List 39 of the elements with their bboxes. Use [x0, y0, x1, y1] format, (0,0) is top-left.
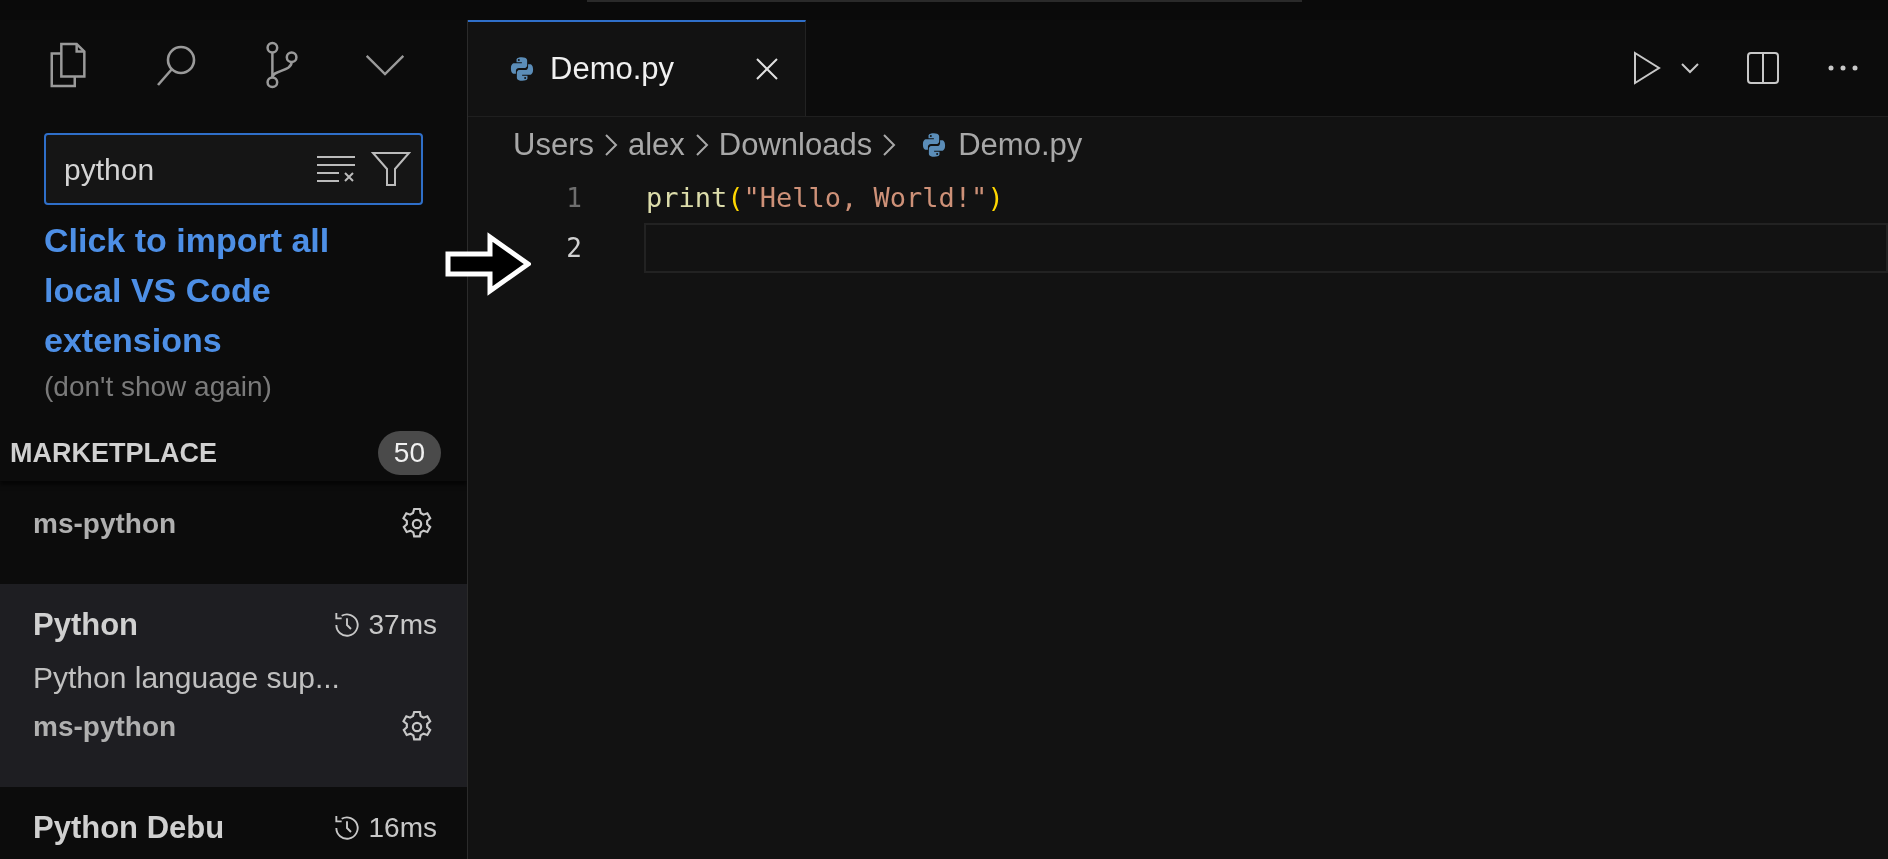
breadcrumb-item[interactable]: Users [513, 121, 594, 169]
search-field[interactable]: python [44, 133, 423, 205]
run-icon[interactable] [1632, 51, 1662, 85]
activation-time: 16ms [368, 811, 437, 846]
code-token: "Hello, World!" [743, 180, 988, 215]
code-token: print [646, 180, 728, 215]
editor-tab[interactable]: Demo.py [468, 20, 806, 116]
publisher-name: ms-python [33, 709, 177, 744]
close-icon[interactable] [755, 57, 779, 81]
breadcrumb-item[interactable]: Demo.py [958, 121, 1083, 169]
marketplace-header[interactable]: MARKETPLACE 50 [0, 425, 467, 481]
extension-name: Python [33, 606, 139, 644]
clear-filter-icon[interactable] [315, 153, 357, 185]
extension-name: Python Debu [33, 809, 225, 847]
extension-description: Python language sup... [33, 659, 341, 696]
chevron-right-icon [694, 133, 709, 157]
section-title: MARKETPLACE [10, 436, 217, 470]
chevron-right-icon [603, 133, 618, 157]
filter-icon[interactable] [371, 151, 411, 187]
extension-item[interactable]: Python 37ms Python language sup... ms-python [0, 584, 467, 787]
chevron-right-icon [882, 133, 897, 157]
code-token: ( [727, 180, 744, 215]
chevron-down-icon[interactable] [363, 52, 407, 78]
count-badge: 50 [377, 431, 441, 475]
activation-time: 37ms [368, 608, 437, 643]
import-link[interactable]: Click to import all local VS Code extensions [44, 215, 374, 365]
breadcrumb-item[interactable]: Downloads [718, 121, 873, 169]
python-icon [508, 55, 536, 83]
dismiss-link[interactable]: (don't show again) [44, 365, 423, 409]
line-number: 1 [565, 181, 582, 215]
split-editor-icon[interactable] [1746, 51, 1780, 85]
more-icon[interactable] [1828, 65, 1858, 71]
publisher-name: ms-python [33, 507, 177, 541]
breadcrumb-item[interactable]: alex [627, 121, 685, 169]
search-value: python [64, 151, 156, 188]
line-number: 2 [565, 231, 582, 265]
code-token: ) [987, 180, 1004, 215]
chevron-down-icon[interactable] [1680, 62, 1700, 74]
tab-label: Demo.py [550, 49, 676, 88]
